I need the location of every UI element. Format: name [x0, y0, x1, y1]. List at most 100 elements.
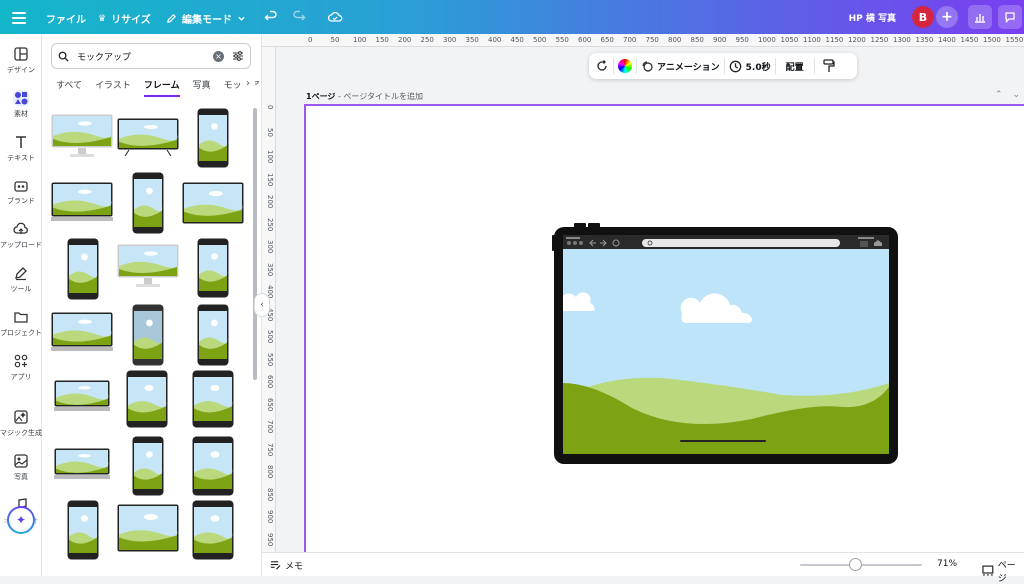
undo-icon[interactable] — [264, 10, 278, 24]
page-title[interactable]: 1ページ - ページタイトルを追加 — [306, 91, 423, 102]
design-page[interactable] — [304, 104, 1024, 556]
ruler-tick-label: 50 — [330, 36, 340, 44]
file-menu-button[interactable]: ファイル — [46, 11, 86, 26]
ruler-tick-label: 200 — [398, 36, 412, 44]
ruler-tick-label: 350 — [465, 36, 479, 44]
mockup-thumbnail[interactable] — [192, 370, 234, 428]
mockup-thumbnail[interactable] — [192, 436, 234, 496]
mockup-thumbnail[interactable] — [51, 182, 113, 222]
redo-icon[interactable] — [292, 10, 306, 24]
rail-item-2[interactable]: テキスト — [0, 134, 42, 163]
pencil-icon — [167, 13, 177, 23]
rail-item-6[interactable]: プロジェクト — [0, 309, 42, 338]
mockup-thumbnail[interactable] — [117, 118, 179, 156]
hamburger-menu-icon[interactable] — [12, 9, 26, 25]
mockup-thumbnail[interactable] — [192, 500, 234, 560]
filter-sliders-icon[interactable] — [232, 50, 244, 62]
mockup-thumbnail[interactable] — [132, 172, 164, 234]
tab-1[interactable]: イラスト — [95, 78, 131, 97]
zoom-value[interactable]: 71% — [937, 559, 957, 569]
ruler-tick-label: 1350 — [915, 36, 934, 44]
rail-item-7[interactable]: アプリ — [0, 353, 42, 382]
mockup-thumbnail[interactable] — [117, 504, 179, 552]
rail-item-label: テキスト — [7, 154, 35, 162]
mockup-thumbnail[interactable] — [54, 380, 110, 412]
mockup-thumbnail[interactable] — [182, 182, 244, 224]
mockup-thumbnail[interactable] — [67, 238, 99, 300]
ruler-tick-label: 450 — [510, 36, 524, 44]
search-input[interactable]: モックアップ × — [51, 43, 251, 69]
rail-item-8[interactable]: マジック生成 — [0, 409, 42, 438]
magic-assistant-button[interactable]: ✦ — [7, 506, 35, 534]
panel-scrollbar[interactable] — [253, 108, 257, 380]
ruler-tick-label: 950 — [735, 36, 749, 44]
add-collaborator-button[interactable]: + — [936, 6, 958, 28]
cloud-sync-icon[interactable] — [327, 9, 343, 25]
bottom-bar: メモ 71% ページ — [262, 552, 1024, 584]
chevron-right-icon[interactable]: › — [241, 78, 255, 89]
clear-search-icon[interactable]: × — [213, 50, 224, 62]
rail-item-4[interactable]: アップロード — [0, 221, 42, 250]
mockup-thumbnail[interactable] — [126, 370, 168, 428]
insights-button[interactable] — [968, 5, 992, 29]
tablet-mockup-frame[interactable] — [552, 223, 898, 464]
mockup-thumbnail[interactable] — [132, 304, 164, 366]
ruler-tick-label: 1300 — [893, 36, 911, 44]
replace-refresh-icon[interactable] — [595, 59, 609, 73]
rail-item-label: 写真 — [14, 473, 28, 481]
duration-button[interactable]: 5.0秒 — [729, 60, 771, 73]
divider — [613, 58, 614, 74]
chevron-down-icon — [238, 16, 245, 21]
mockup-thumbnail[interactable] — [51, 312, 113, 352]
resize-label: リサイズ — [111, 15, 151, 26]
tab-3[interactable]: 写真 — [193, 78, 211, 97]
left-rail: デザイン素材テキストブランドアップロード ツールプロジェクトアプリマジック生成写真… — [0, 34, 42, 576]
ruler-tick-label: 200 — [266, 195, 274, 209]
mockup-thumbnail[interactable] — [197, 108, 229, 168]
rail-item-0[interactable]: デザイン — [0, 46, 42, 75]
position-button[interactable]: 配置 — [786, 60, 804, 73]
ruler-tick-label: 800 — [266, 465, 274, 479]
chevron-up-icon[interactable]: ⌃ — [995, 90, 1013, 100]
rail-item-9[interactable]: 写真 — [0, 453, 42, 482]
avatar[interactable]: B — [912, 6, 934, 28]
comment-button[interactable] — [998, 5, 1022, 29]
mockup-thumbnail[interactable] — [197, 304, 229, 366]
mockup-thumbnail[interactable] — [54, 448, 110, 480]
tab-0[interactable]: すべて — [56, 78, 82, 97]
edit-mode-dropdown[interactable]: 編集モード — [166, 11, 246, 26]
notes-button[interactable]: メモ — [270, 559, 303, 572]
chevron-down-icon[interactable]: ⌄ — [1013, 90, 1024, 100]
mockup-thumbnail[interactable] — [117, 244, 179, 288]
mockup-thumbnail[interactable] — [197, 238, 229, 298]
rail-item-label: プロジェクト — [0, 329, 42, 337]
rail-item-label: 素材 — [14, 110, 28, 118]
rail-item-5[interactable]: ツール — [0, 265, 42, 294]
page-title-placeholder: - ページタイトルを追加 — [335, 92, 424, 101]
rail-item-1[interactable]: 素材 — [0, 90, 42, 119]
ruler-tick-label: 350 — [266, 262, 274, 276]
ruler-tick-label: 500 — [533, 36, 547, 44]
project-title[interactable]: HP 横 写真 — [849, 11, 896, 24]
pages-button[interactable]: ページ — [982, 558, 1024, 584]
animation-button[interactable]: アニメーション — [641, 60, 720, 73]
color-wheel-icon[interactable] — [618, 59, 632, 73]
mockup-thumbnail[interactable] — [67, 500, 99, 560]
mockup-thumbnail[interactable] — [132, 436, 164, 496]
rail-item-3[interactable]: ブランド — [0, 177, 42, 206]
ruler-tick-label: 0 — [266, 105, 274, 110]
comment-icon — [1005, 12, 1015, 23]
file-menu-label: ファイル — [46, 15, 86, 26]
collapse-panel-button[interactable]: ‹ — [254, 293, 270, 317]
page-controls: ⌃⌄ — [995, 90, 1024, 100]
ruler-tick-label: 1400 — [938, 36, 956, 44]
resize-button[interactable]: ♛ リサイズ — [98, 11, 151, 27]
animation-icon — [642, 61, 653, 72]
crown-icon: ♛ — [98, 13, 107, 24]
zoom-slider-knob[interactable] — [848, 558, 862, 571]
paint-roller-icon[interactable] — [822, 59, 835, 73]
tab-2[interactable]: フレーム — [143, 78, 180, 97]
sparkle-icon: ✦ — [9, 508, 33, 532]
mockup-thumbnail[interactable] — [51, 114, 113, 158]
ruler-tick-label: 150 — [375, 36, 389, 44]
